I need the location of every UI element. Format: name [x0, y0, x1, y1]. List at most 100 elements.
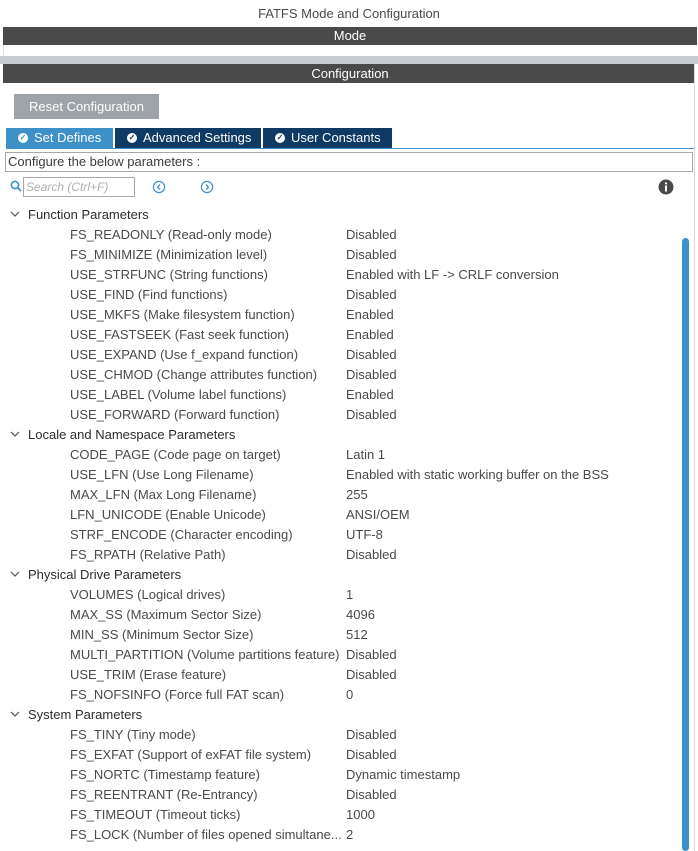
tab-label: User Constants	[291, 130, 381, 145]
chevron-down-icon[interactable]	[9, 568, 21, 580]
parameter-row[interactable]: FS_READONLY (Read-only mode) Disabled	[5, 225, 675, 245]
parameter-value[interactable]: Disabled	[346, 665, 397, 685]
tab-underline	[6, 148, 694, 149]
parameter-row[interactable]: USE_EXPAND (Use f_expand function) Disabl…	[5, 345, 675, 365]
parameter-name: FS_REENTRANT (Re-Entrancy)	[70, 787, 258, 802]
info-icon[interactable]	[658, 179, 674, 195]
group-header[interactable]: System Parameters	[5, 705, 675, 725]
mode-header[interactable]: Mode	[3, 27, 697, 45]
parameter-value[interactable]: 4096	[346, 605, 375, 625]
parameter-row[interactable]: USE_LABEL (Volume label functions) Enable…	[5, 385, 675, 405]
parameter-row[interactable]: VOLUMES (Logical drives) 1	[5, 585, 675, 605]
parameter-row[interactable]: USE_FASTSEEK (Fast seek function) Enabled	[5, 325, 675, 345]
parameter-value[interactable]: Disabled	[346, 345, 397, 365]
parameter-value[interactable]: Disabled	[346, 545, 397, 565]
parameter-row[interactable]: LFN_UNICODE (Enable Unicode) ANSI/OEM	[5, 505, 675, 525]
parameter-value[interactable]: Disabled	[346, 245, 397, 265]
parameter-row[interactable]: USE_MKFS (Make filesystem function) Enabl…	[5, 305, 675, 325]
parameter-row[interactable]: FS_NOFSINFO (Force full FAT scan) 0	[5, 685, 675, 705]
search-icon	[10, 180, 22, 192]
parameter-value[interactable]: UTF-8	[346, 525, 383, 545]
panel-splitter[interactable]	[0, 56, 698, 64]
tab-set-defines[interactable]: ✓ Set Defines	[6, 128, 113, 148]
parameter-value[interactable]: 255	[346, 485, 368, 505]
parameter-row[interactable]: MULTI_PARTITION (Volume partitions featu…	[5, 645, 675, 665]
parameter-row[interactable]: USE_LFN (Use Long Filename) Enabled with …	[5, 465, 675, 485]
scrollbar-thumb[interactable]	[682, 238, 689, 851]
parameter-name: FS_RPATH (Relative Path)	[70, 547, 226, 562]
parameter-row[interactable]: USE_FORWARD (Forward function) Disabled	[5, 405, 675, 425]
window-title: FATFS Mode and Configuration	[0, 0, 698, 26]
chevron-down-icon[interactable]	[9, 428, 21, 440]
parameter-row[interactable]: STRF_ENCODE (Character encoding) UTF-8	[5, 525, 675, 545]
parameter-name: USE_TRIM (Erase feature)	[70, 667, 227, 682]
tab-user-constants[interactable]: ✓ User Constants	[263, 128, 392, 148]
parameter-value[interactable]: Enabled with LF -> CRLF conversion	[346, 265, 559, 285]
parameter-name: MAX_LFN (Max Long Filename)	[70, 487, 257, 502]
parameter-row[interactable]: FS_NORTC (Timestamp feature) Dynamic time…	[5, 765, 675, 785]
parameter-value[interactable]: 2	[346, 825, 353, 845]
parameter-name: FS_EXFAT (Support of exFAT file system)	[70, 747, 312, 762]
parameter-value[interactable]: 1000	[346, 805, 375, 825]
parameter-value[interactable]: Enabled with static working buffer on th…	[346, 465, 609, 485]
parameter-row[interactable]: USE_FIND (Find functions) Disabled	[5, 285, 675, 305]
parameter-row[interactable]: MAX_LFN (Max Long Filename) 255	[5, 485, 675, 505]
parameter-value[interactable]: Disabled	[346, 285, 397, 305]
parameter-value[interactable]: 1	[346, 585, 353, 605]
check-circle-icon: ✓	[127, 132, 137, 143]
search-input[interactable]	[23, 177, 135, 197]
parameter-value[interactable]: Disabled	[346, 745, 397, 765]
chevron-down-icon[interactable]	[9, 708, 21, 720]
parameter-row[interactable]: FS_TIMEOUT (Timeout ticks) 1000	[5, 805, 675, 825]
description-box: Configure the below parameters :	[5, 152, 693, 172]
parameter-row[interactable]: FS_REENTRANT (Re-Entrancy) Disabled	[5, 785, 675, 805]
parameter-value[interactable]: Disabled	[346, 645, 397, 665]
parameter-value[interactable]: Dynamic timestamp	[346, 765, 460, 785]
parameter-name: FS_TIMEOUT (Timeout ticks)	[70, 807, 241, 822]
parameter-value[interactable]: Enabled	[346, 305, 394, 325]
parameter-value[interactable]: Latin 1	[346, 445, 385, 465]
check-circle-icon: ✓	[275, 132, 285, 143]
parameter-name: FS_NOFSINFO (Force full FAT scan)	[70, 687, 285, 702]
parameter-tree: Function Parameters FS_READONLY (Read-onl…	[5, 205, 681, 851]
parameter-value[interactable]: ANSI/OEM	[346, 505, 410, 525]
parameter-row[interactable]: MIN_SS (Minimum Sector Size) 512	[5, 625, 675, 645]
parameter-value[interactable]: Disabled	[346, 725, 397, 745]
parameter-row[interactable]: USE_STRFUNC (String functions) Enabled wi…	[5, 265, 675, 285]
parameter-value[interactable]: Disabled	[346, 365, 397, 385]
group-label: Function Parameters	[28, 207, 149, 222]
parameter-row[interactable]: FS_RPATH (Relative Path) Disabled	[5, 545, 675, 565]
configuration-header[interactable]: Configuration	[3, 64, 697, 83]
parameter-name: STRF_ENCODE (Character encoding)	[70, 527, 293, 542]
parameter-row[interactable]: USE_CHMOD (Change attributes function) Di…	[5, 365, 675, 385]
tab-advanced-settings[interactable]: ✓ Advanced Settings	[115, 128, 261, 148]
parameter-row[interactable]: MAX_SS (Maximum Sector Size) 4096	[5, 605, 675, 625]
parameter-name: MIN_SS (Minimum Sector Size)	[70, 627, 254, 642]
parameter-name: CODE_PAGE (Code page on target)	[70, 447, 281, 462]
group-header[interactable]: Function Parameters	[5, 205, 675, 225]
parameter-name: FS_TINY (Tiny mode)	[70, 727, 196, 742]
circle-chevron-left-icon[interactable]	[152, 180, 166, 194]
reset-configuration-button[interactable]: Reset Configuration	[14, 94, 159, 119]
parameter-row[interactable]: FS_LOCK (Number of files opened simultan…	[5, 825, 675, 845]
parameter-value[interactable]: 0	[346, 685, 353, 705]
parameter-row[interactable]: CODE_PAGE (Code page on target) Latin 1	[5, 445, 675, 465]
parameter-name: VOLUMES (Logical drives)	[70, 587, 226, 602]
chevron-down-icon[interactable]	[9, 208, 21, 220]
tab-label: Set Defines	[34, 130, 102, 145]
parameter-value[interactable]: 512	[346, 625, 368, 645]
circle-chevron-right-icon[interactable]	[200, 180, 214, 194]
parameter-value[interactable]: Disabled	[346, 405, 397, 425]
parameter-row[interactable]: FS_MINIMIZE (Minimization level) Disabled	[5, 245, 675, 265]
parameter-value[interactable]: Enabled	[346, 385, 394, 405]
parameter-value[interactable]: Disabled	[346, 785, 397, 805]
group-header[interactable]: Locale and Namespace Parameters	[5, 425, 675, 445]
parameter-row[interactable]: FS_TINY (Tiny mode) Disabled	[5, 725, 675, 745]
parameter-row[interactable]: FS_EXFAT (Support of exFAT file system) D…	[5, 745, 675, 765]
group-label: Physical Drive Parameters	[28, 567, 182, 582]
panel-border	[694, 64, 698, 851]
parameter-value[interactable]: Disabled	[346, 225, 397, 245]
group-header[interactable]: Physical Drive Parameters	[5, 565, 675, 585]
parameter-row[interactable]: USE_TRIM (Erase feature) Disabled	[5, 665, 675, 685]
parameter-value[interactable]: Enabled	[346, 325, 394, 345]
